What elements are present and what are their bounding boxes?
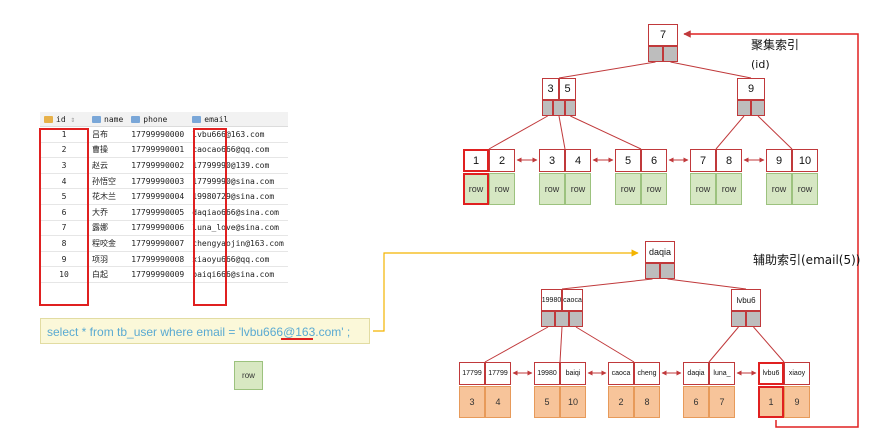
tree-edge	[715, 115, 745, 150]
clustered-inner-pointer	[564, 100, 576, 116]
secondary-leaf-value: 3	[459, 386, 485, 418]
secondary-inner-pointer	[569, 311, 583, 327]
clustered-leaf-value: row	[766, 173, 792, 205]
secondary-leaf-value: 6	[683, 386, 709, 418]
clustered-leaf-value: row	[539, 173, 565, 205]
clustered-inner-pointer	[751, 100, 765, 116]
tree-edge	[708, 326, 739, 363]
secondary-leaf-value: 9	[784, 386, 810, 418]
secondary-leaf-key: luna_	[709, 362, 735, 385]
tree-edge	[558, 61, 656, 79]
clustered-index-subtitle: (id)	[751, 58, 770, 71]
secondary-leaf-value: 1	[758, 386, 784, 418]
clustered-root-pointer	[648, 46, 663, 62]
tree-edge	[558, 115, 566, 150]
clustered-leaf-key: 9	[766, 149, 792, 172]
clustered-leaf-key: 5	[615, 149, 641, 172]
clustered-leaf-key: 6	[641, 149, 667, 172]
clustered-leaf-value: row	[565, 173, 591, 205]
clustered-inner-key: 3	[542, 78, 559, 100]
secondary-leaf-key: cheng	[634, 362, 660, 385]
secondary-leaf-key: baiqi	[560, 362, 586, 385]
secondary-leaf-value: 10	[560, 386, 586, 418]
secondary-leaf-value: 2	[608, 386, 634, 418]
clustered-leaf-key: 10	[792, 149, 818, 172]
secondary-inner-key: caoca	[562, 289, 583, 311]
clustered-leaf-value: row	[463, 173, 489, 205]
secondary-leaf-key: 19980	[534, 362, 560, 385]
secondary-leaf-key: daqia	[683, 362, 709, 385]
secondary-leaf-key: 17799	[459, 362, 485, 385]
clustered-leaf-key: 8	[716, 149, 742, 172]
secondary-inner-pointer	[541, 311, 555, 327]
clustered-leaf-key: 4	[565, 149, 591, 172]
secondary-leaf-value: 5	[534, 386, 560, 418]
secondary-leaf-key: 17799	[485, 362, 511, 385]
secondary-root-pointer	[645, 263, 660, 279]
tree-edge	[570, 115, 642, 150]
clustered-leaf-value: row	[690, 173, 716, 205]
tree-edge	[484, 326, 549, 363]
secondary-leaf-value: 7	[709, 386, 735, 418]
clustered-inner-pointer	[542, 100, 554, 116]
secondary-root-key: daqia	[645, 241, 675, 263]
clustered-leaf-value: row	[615, 173, 641, 205]
clustered-leaf-value: row	[641, 173, 667, 205]
secondary-inner-key: 19980	[541, 289, 562, 311]
secondary-inner-pointer	[746, 311, 761, 327]
clustered-inner-pointer	[553, 100, 565, 116]
clustered-index-title: 聚集索引	[751, 38, 800, 52]
clustered-leaf-key: 3	[539, 149, 565, 172]
clustered-leaf-value: row	[716, 173, 742, 205]
secondary-inner-key: lvbu6	[731, 289, 761, 311]
secondary-leaf-key: lvbu6	[758, 362, 784, 385]
tree-edge	[667, 278, 747, 290]
clustered-leaf-key: 2	[489, 149, 515, 172]
tree-edge	[753, 326, 785, 363]
secondary-leaf-key: caoca	[608, 362, 634, 385]
clustered-leaf-key: 1	[463, 149, 489, 172]
index-lookup-diagram: id ⇕ name phone email 1 吕布 17799990000 lvbu…	[0, 0, 895, 442]
tree-edge	[757, 115, 793, 150]
clustered-leaf-value: row	[792, 173, 818, 205]
tree-edge	[488, 115, 548, 150]
secondary-leaf-value: 4	[485, 386, 511, 418]
clustered-root-key: 7	[648, 24, 678, 46]
tree-edge	[559, 326, 563, 363]
secondary-leaf-value: 8	[634, 386, 660, 418]
secondary-root-pointer	[660, 263, 675, 279]
clustered-root-pointer	[663, 46, 678, 62]
clustered-inner-key: 5	[559, 78, 576, 100]
secondary-index-title: 辅助索引(email(5))	[753, 253, 861, 267]
sql-to-index-arrow	[373, 249, 639, 332]
tree-edge	[575, 326, 635, 363]
tree-edge	[561, 278, 653, 290]
secondary-inner-pointer	[555, 311, 569, 327]
clustered-inner-pointer	[737, 100, 751, 116]
secondary-inner-pointer	[731, 311, 746, 327]
secondary-leaf-key: xiaoy	[784, 362, 810, 385]
clustered-leaf-value: row	[489, 173, 515, 205]
clustered-leaf-key: 7	[690, 149, 716, 172]
clustered-inner-key: 9	[737, 78, 765, 100]
tree-edge	[670, 61, 752, 79]
